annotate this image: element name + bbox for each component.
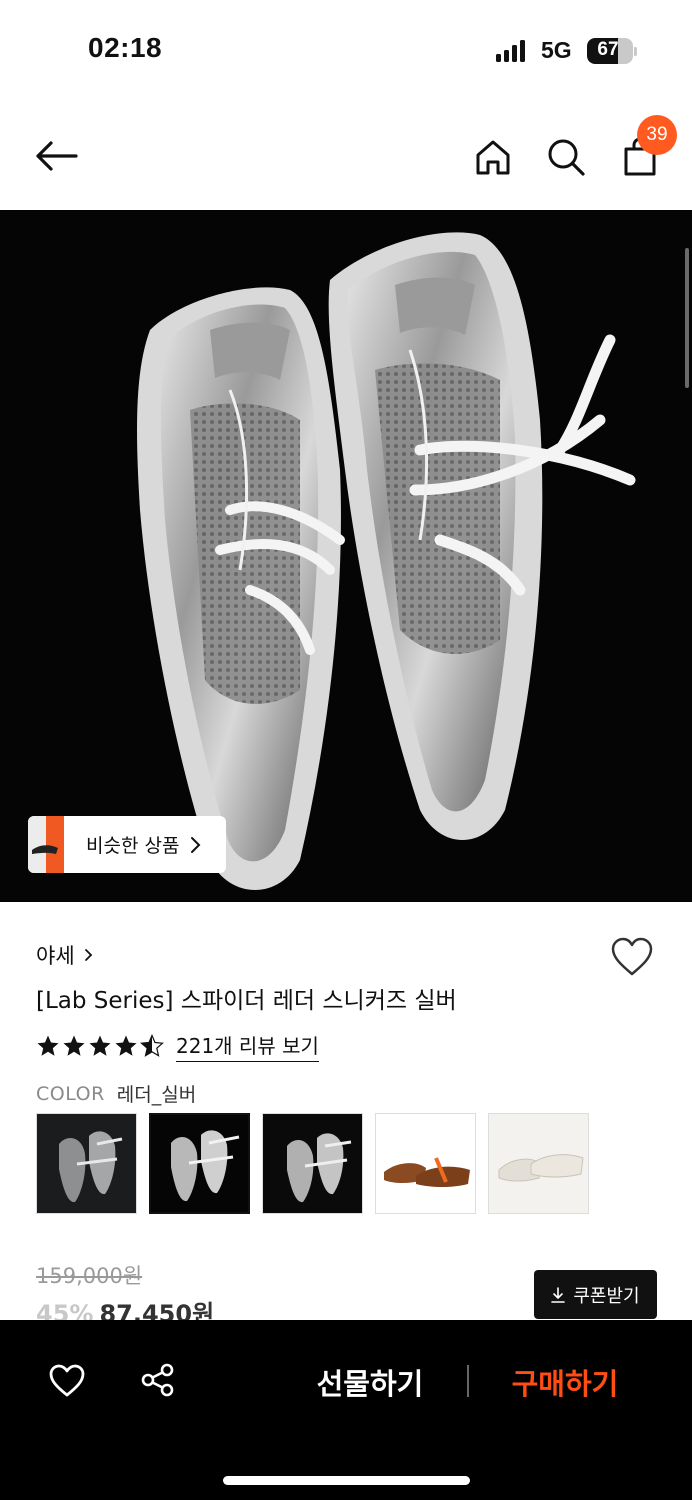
heart-icon <box>611 937 653 976</box>
search-icon <box>548 139 585 176</box>
color-value: 레더_실버 <box>116 1084 197 1106</box>
star-icon <box>37 1035 59 1056</box>
signal-icon <box>496 40 525 62</box>
swatch-white[interactable] <box>488 1113 589 1214</box>
color-swatches <box>36 1113 589 1214</box>
chevron-right-icon <box>84 949 92 961</box>
swatch-dark-silver[interactable] <box>36 1113 137 1214</box>
network-label: 5G <box>541 37 572 63</box>
rating-row: 221개 리뷰 보기 <box>36 1030 319 1062</box>
original-price: 159,000원 <box>36 1264 143 1288</box>
product-image[interactable] <box>0 210 692 902</box>
half-star-icon <box>140 1034 164 1057</box>
color-label: COLOR <box>36 1082 105 1105</box>
bottom-divider <box>467 1365 469 1397</box>
home-indicator <box>223 1476 470 1485</box>
share-icon <box>141 1363 174 1397</box>
brand-name: 야세 <box>36 944 75 968</box>
buy-button[interactable]: 구매하기 <box>495 1357 635 1407</box>
battery-icon: 67 <box>587 38 633 64</box>
search-button[interactable] <box>543 134 589 180</box>
similar-products-label: 비슷한 상품 <box>86 835 180 857</box>
top-nav <box>0 100 692 210</box>
silver-sneakers-image <box>0 210 692 902</box>
star-icon <box>63 1035 85 1056</box>
home-icon <box>476 140 510 175</box>
chevron-right-icon <box>191 836 201 853</box>
wishlist-button[interactable] <box>610 937 654 981</box>
color-row: COLOR 레더_실버 <box>36 1080 196 1107</box>
rating-stars <box>36 1034 164 1058</box>
battery-level: 67 <box>597 39 619 60</box>
review-link[interactable]: 221개 리뷰 보기 <box>176 1030 319 1062</box>
star-icon <box>115 1035 137 1056</box>
gift-button[interactable]: 선물하기 <box>300 1357 440 1407</box>
similar-products-button[interactable]: 비슷한 상품 <box>28 816 226 873</box>
back-arrow-icon <box>36 141 78 171</box>
home-button[interactable] <box>470 134 516 180</box>
bottom-action-bar <box>0 1320 692 1500</box>
status-time: 02:18 <box>88 32 163 63</box>
image-scrollbar[interactable] <box>685 248 689 388</box>
bottom-wishlist-button[interactable] <box>44 1360 90 1402</box>
cart-count-badge: 39 <box>637 115 677 155</box>
swatch-silver-black[interactable] <box>262 1113 363 1214</box>
battery-cap <box>634 47 637 56</box>
product-title: [Lab Series] 스파이더 레더 스니커즈 실버 <box>36 988 457 1014</box>
back-button[interactable] <box>28 132 84 180</box>
coupon-button[interactable]: 쿠폰받기 <box>534 1270 657 1319</box>
heart-icon <box>49 1364 85 1397</box>
coupon-label: 쿠폰받기 <box>573 1285 640 1307</box>
share-button[interactable] <box>136 1358 180 1402</box>
star-icon <box>89 1035 111 1056</box>
swatch-silver[interactable] <box>149 1113 250 1214</box>
download-icon <box>551 1286 566 1303</box>
status-bar: 02:18 5G 67 <box>0 0 692 100</box>
brand-link[interactable]: 야세 <box>36 940 97 970</box>
swatch-brown[interactable] <box>375 1113 476 1214</box>
similar-thumbnail <box>28 816 64 873</box>
